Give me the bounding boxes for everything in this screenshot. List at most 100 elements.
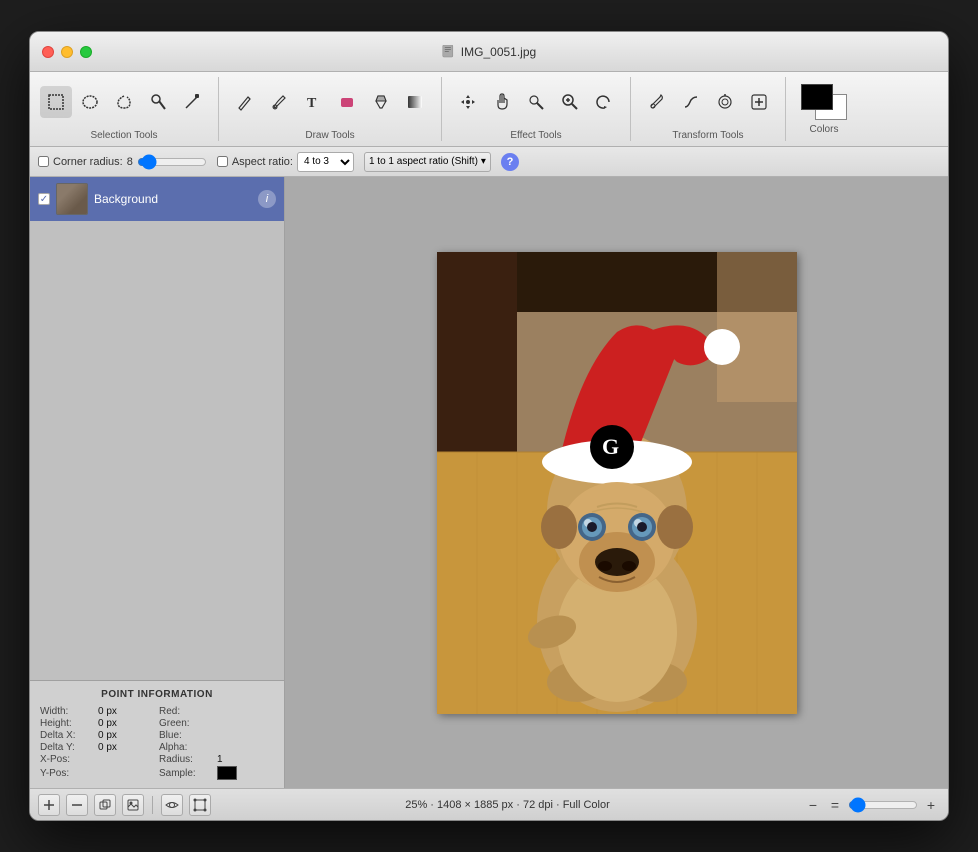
aspect-ratio-mode-dropdown[interactable]: 1 to 1 aspect ratio (Shift) ▾ (364, 152, 491, 172)
duplicate-layer-button[interactable] (94, 794, 116, 816)
window-title: IMG_0051.jpg (442, 45, 536, 59)
foreground-color-swatch[interactable] (801, 84, 833, 110)
levels-tool[interactable] (709, 86, 741, 118)
file-icon (442, 45, 456, 59)
remove-layer-button[interactable] (66, 794, 88, 816)
rotate-tool[interactable] (588, 86, 620, 118)
corner-radius-value: 8 (127, 156, 133, 168)
layer-item[interactable]: ✓ Background i (30, 177, 284, 221)
curves-tool[interactable] (675, 86, 707, 118)
canvas-image: G (437, 252, 797, 714)
delta-y-label: Delta Y: (40, 742, 95, 753)
sidebar: ✓ Background i POINT INFORMATION Width: … (30, 177, 285, 788)
effect-tools-group: Effect Tools (442, 77, 631, 141)
main-window: IMG_0051.jpg (29, 31, 949, 821)
canvas-area[interactable]: G (285, 177, 948, 788)
help-label: ? (507, 156, 514, 168)
draw-tool-buttons: T (229, 77, 431, 126)
pan-tool[interactable] (486, 86, 518, 118)
brush-tool[interactable] (263, 86, 295, 118)
close-button[interactable] (42, 46, 54, 58)
selection-tools-label: Selection Tools (90, 130, 157, 141)
aspect-ratio-label: Aspect ratio: (232, 156, 293, 168)
width-value: 0 px (98, 706, 117, 717)
blue-label: Blue: (159, 730, 214, 741)
transform-tools-label: Transform Tools (672, 130, 743, 141)
add-layer-button[interactable] (38, 794, 60, 816)
delta-y-value: 0 px (98, 742, 117, 753)
y-pos-row: Y-Pos: (40, 766, 155, 780)
titlebar: IMG_0051.jpg (30, 32, 948, 72)
colors-section: Colors (786, 77, 862, 141)
aspect-ratio-checkbox[interactable] (217, 156, 228, 167)
blue-row: Blue: (159, 730, 274, 741)
image-canvas: G (437, 252, 797, 714)
gradient-tool[interactable] (399, 86, 431, 118)
width-label: Width: (40, 706, 95, 717)
radius-row: Radius: 1 (159, 754, 274, 765)
image-button[interactable] (122, 794, 144, 816)
alpha-row: Alpha: (159, 742, 274, 753)
magic-wand-tool[interactable] (142, 86, 174, 118)
layer-visibility-checkbox[interactable]: ✓ (38, 193, 50, 205)
visibility-toggle-button[interactable] (161, 794, 183, 816)
sample-label: Sample: (159, 768, 214, 779)
x-pos-label: X-Pos: (40, 754, 95, 765)
eyedropper-tool[interactable] (641, 86, 673, 118)
aspect-ratio-mode-label: 1 to 1 aspect ratio (Shift) (369, 156, 478, 167)
toolbar: Selection Tools T (30, 72, 948, 147)
layer-info-button[interactable]: i (258, 190, 276, 208)
zoom-slider[interactable] (848, 797, 918, 813)
delta-y-row: Delta Y: 0 px (40, 742, 155, 753)
move-tool[interactable] (452, 86, 484, 118)
aspect-ratio-option: Aspect ratio: 4 to 3 1 to 1 16 to 9 (217, 152, 354, 172)
height-value: 0 px (98, 718, 117, 729)
color-swatches[interactable] (801, 84, 847, 120)
zoom-fit-button[interactable]: = (826, 796, 844, 814)
pencil-tool[interactable] (229, 86, 261, 118)
add-tool[interactable] (743, 86, 775, 118)
minimize-button[interactable] (61, 46, 73, 58)
zoom-tool[interactable] (554, 86, 586, 118)
line-select-tool[interactable] (176, 86, 208, 118)
lasso-tool[interactable] (108, 86, 140, 118)
dropdown-arrow-icon: ▾ (481, 156, 486, 167)
corner-radius-checkbox[interactable] (38, 156, 49, 167)
aspect-ratio-select[interactable]: 4 to 3 1 to 1 16 to 9 (297, 152, 354, 172)
layer-thumbnail-preview (57, 184, 87, 214)
effect-tool-buttons (452, 77, 620, 126)
draw-tools-label: Draw Tools (305, 130, 354, 141)
help-button[interactable]: ? (501, 153, 519, 171)
zoom-out-button[interactable]: − (804, 796, 822, 814)
alpha-label: Alpha: (159, 742, 214, 753)
clone-tool[interactable] (520, 86, 552, 118)
sample-row: Sample: (159, 766, 274, 780)
maximize-button[interactable] (80, 46, 92, 58)
delta-x-row: Delta X: 0 px (40, 730, 155, 741)
colors-label: Colors (810, 124, 839, 135)
x-pos-row: X-Pos: (40, 754, 155, 765)
bottom-divider-1 (152, 796, 153, 814)
transform-mode-button[interactable] (189, 794, 211, 816)
corner-radius-label: Corner radius: (53, 156, 123, 168)
svg-text:T: T (307, 96, 317, 111)
rect-select-tool[interactable] (40, 86, 72, 118)
height-label: Height: (40, 718, 95, 729)
transform-tools-group: Transform Tools (631, 77, 786, 141)
corner-radius-option: Corner radius: 8 (38, 154, 207, 170)
corner-radius-slider[interactable] (137, 154, 207, 170)
bucket-tool[interactable] (365, 86, 397, 118)
green-row: Green: (159, 718, 274, 729)
zoom-in-button[interactable]: + (922, 796, 940, 814)
red-row: Red: (159, 706, 274, 717)
width-row: Width: 0 px (40, 706, 155, 717)
shape-tool[interactable] (331, 86, 363, 118)
green-label: Green: (159, 718, 214, 729)
zoom-controls: − = + (804, 796, 940, 814)
ellipse-select-tool[interactable] (74, 86, 106, 118)
main-content: ✓ Background i POINT INFORMATION Width: … (30, 177, 948, 788)
delta-x-label: Delta X: (40, 730, 95, 741)
point-info-panel: POINT INFORMATION Width: 0 px Red: Heigh… (30, 680, 284, 788)
text-tool[interactable]: T (297, 86, 329, 118)
height-row: Height: 0 px (40, 718, 155, 729)
